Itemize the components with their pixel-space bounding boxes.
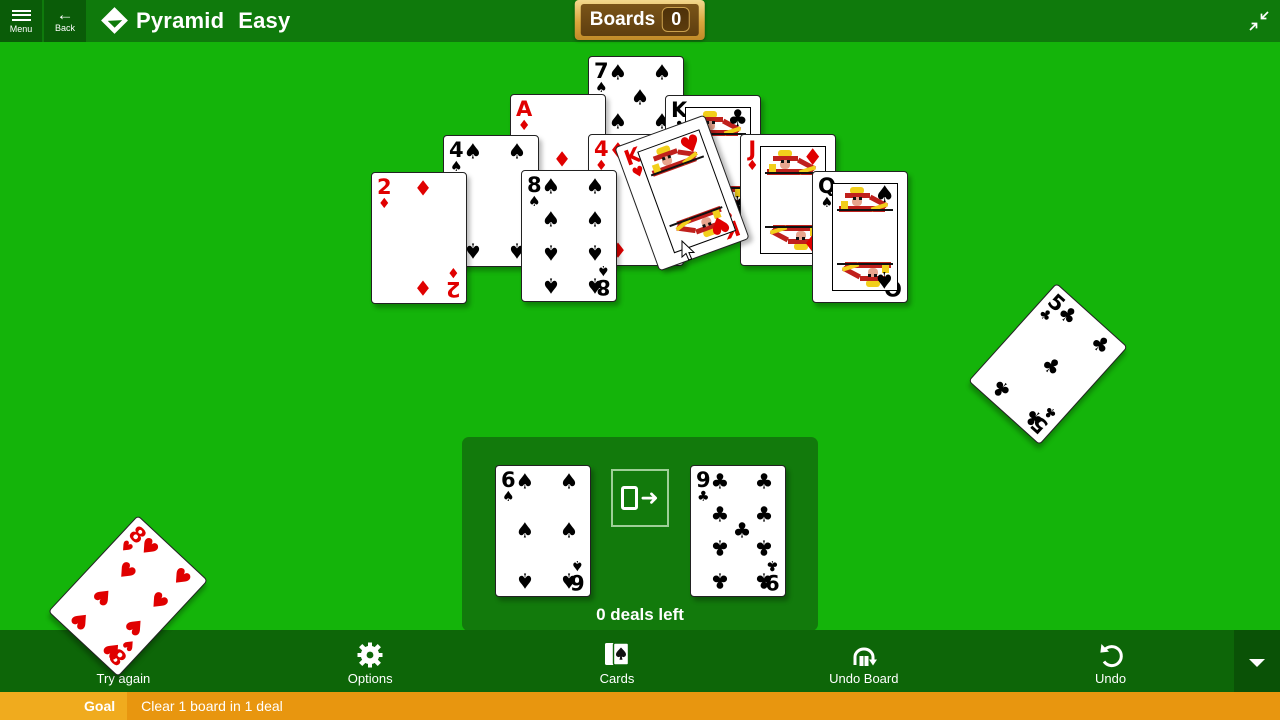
shrink-diagonal-arrows-icon xyxy=(1249,11,1269,31)
goal-bar: Goal Clear 1 board in 1 deal xyxy=(0,692,1280,720)
options-button[interactable]: Options xyxy=(247,630,494,696)
difficulty-label: Easy xyxy=(238,8,291,33)
card-index-top: J ♦ xyxy=(746,137,759,174)
chevron-down-icon xyxy=(1248,659,1265,667)
undo-button[interactable]: Undo xyxy=(987,630,1234,696)
gear-icon xyxy=(357,640,383,668)
card-index-top: 2 ♦ xyxy=(377,175,392,212)
card-pips: ♠ ♠ ♠ ♠ xyxy=(463,139,527,263)
deal-card-arrow-icon xyxy=(621,486,639,510)
boards-count: 0 xyxy=(662,7,691,32)
card-pips: ♣ ♣ ♣ ♣ ♣ ♣ ♣ ♣ ♣ xyxy=(710,469,774,593)
hamburger-icon xyxy=(11,7,31,23)
top-app-bar: Menu ← Back Pyramid Easy Boards 0 xyxy=(0,0,1280,42)
game-title: Pyramid xyxy=(136,8,225,33)
goal-text: Clear 1 board in 1 deal xyxy=(141,698,283,714)
back-button-label: Back xyxy=(54,23,75,33)
boards-badge: Boards 0 xyxy=(574,0,706,40)
cards-button[interactable]: Cards xyxy=(494,630,741,696)
boards-label: Boards xyxy=(589,8,656,30)
menu-button-label: Menu xyxy=(9,24,33,34)
undo-board-label: Undo Board xyxy=(829,671,899,686)
pyramid-card[interactable]: Q♠ Q♠ ♠ ♠ xyxy=(812,171,908,303)
card-index-top: 7 ♠ xyxy=(594,59,609,96)
back-button[interactable]: ← Back xyxy=(44,0,86,42)
cards-icon xyxy=(604,640,630,668)
stock-card[interactable]: 9 ♣ 9 ♣ ♣ ♣ ♣ ♣ ♣ ♣ ♣ ♣ ♣ xyxy=(690,465,786,597)
toolbar-expand-button[interactable] xyxy=(1233,630,1280,696)
pyramid-card[interactable]: 8 ♠ 8 ♠ ♠ ♠ ♠ ♠ ♠ ♠ ♠ ♠ xyxy=(521,170,617,302)
card-index-top: 9 ♣ xyxy=(696,468,711,505)
card-pips: ♦ ♦ xyxy=(413,176,433,300)
card-pips: ♠ ♠ ♠ ♠ ♠ ♠ xyxy=(515,469,579,593)
goal-label: Goal xyxy=(0,692,128,720)
pyramid-diamond-icon xyxy=(101,7,128,34)
card-index-top: 8 ♠ xyxy=(527,173,542,210)
undo-arrow-icon xyxy=(1098,640,1124,668)
cards-label: Cards xyxy=(599,671,635,686)
try-again-label: Try again xyxy=(96,671,151,686)
waste-card[interactable]: 6 ♠ 6 ♠ ♠ ♠ ♠ ♠ ♠ ♠ xyxy=(495,465,591,597)
card-pips: ♠ ♠ ♠ ♠ ♠ ♠ ♠ ♠ xyxy=(541,174,605,298)
card-index-top: 4 ♦ xyxy=(594,137,609,174)
card-index-top: 4 ♠ xyxy=(449,138,464,175)
undo-label: Undo xyxy=(1095,671,1127,686)
deal-button[interactable]: ➜ xyxy=(611,469,669,527)
deals-left-text: 0 deals left xyxy=(596,605,684,624)
flying-card-right[interactable]: 5 ♣ 5 ♣ ♣ ♣ ♣ ♣ ♣ xyxy=(968,282,1128,446)
menu-button[interactable]: Menu xyxy=(0,0,42,42)
undo-board-button[interactable]: Undo Board xyxy=(740,630,987,696)
deal-tray: 0 deals left 6 ♠ 6 ♠ ♠ ♠ ♠ ♠ ♠ ♠ 9 ♣ 9 ♣ ♣ ♣ ♣ ♣ ♣ ♣ ♣ ♣ ♣ xyxy=(462,437,818,631)
bottom-toolbar: Try again Options Cards Undo Board Undo xyxy=(0,630,1280,696)
card-index-top: A ♦ xyxy=(516,97,533,134)
arrow-left-icon: ← xyxy=(56,5,74,24)
pyramid-card[interactable]: 2 ♦ 2 ♦ ♦ ♦ xyxy=(371,172,467,304)
restore-window-button[interactable] xyxy=(1238,0,1280,42)
page-title: Pyramid Easy xyxy=(136,8,290,34)
options-label: Options xyxy=(347,671,393,686)
card-index-top: 6 ♠ xyxy=(501,468,516,505)
undo-board-icon xyxy=(849,640,879,668)
